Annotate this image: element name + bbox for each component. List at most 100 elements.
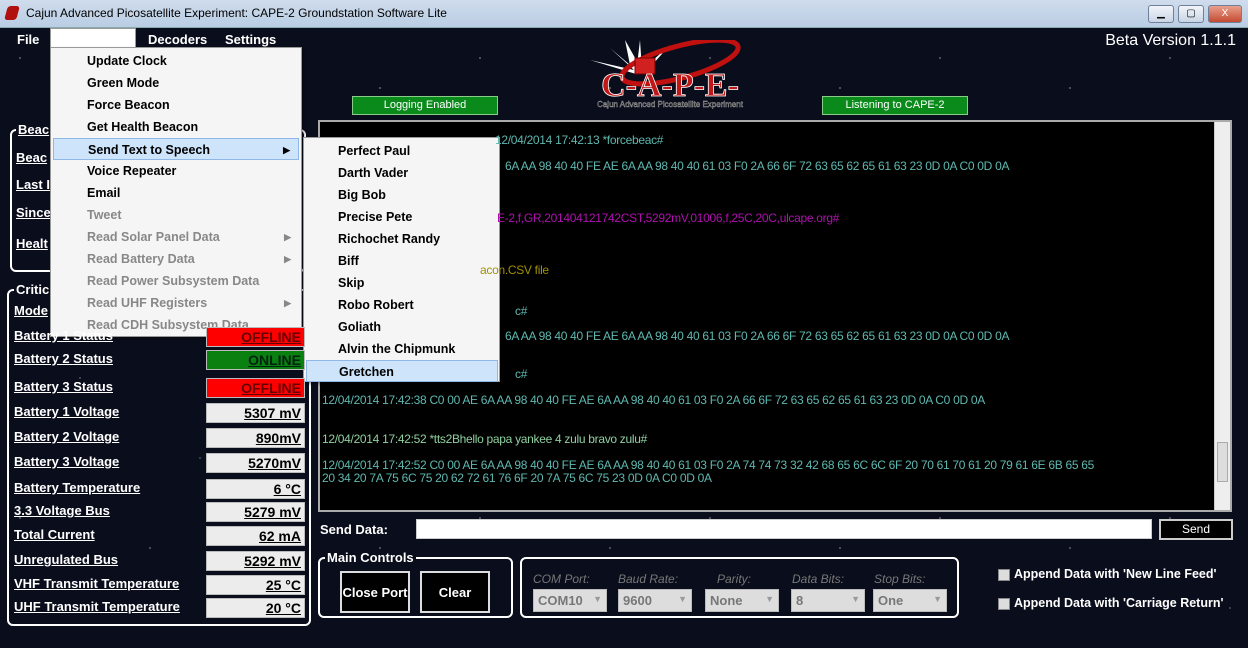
menu-item-label: Email xyxy=(87,186,121,200)
voice-precise-pete[interactable]: Precise Pete xyxy=(306,206,498,228)
menu-item-label: Get Health Beacon xyxy=(87,120,199,134)
send-data-input[interactable] xyxy=(416,519,1152,539)
text-to-speech-submenu: Perfect Paul Darth Vader Big Bob Precise Pe… xyxy=(303,137,500,382)
menu-item-label: Tweet xyxy=(87,208,122,222)
menu-item-read-solar-panel-data[interactable]: Read Solar Panel Data ▶ xyxy=(53,226,299,248)
battery-1-status-label: Battery 1 Status xyxy=(14,328,113,343)
menu-item-read-power-subsystem-data[interactable]: Read Power Subsystem Data xyxy=(53,270,299,292)
battery-temperature-value: 6 °C xyxy=(206,479,305,499)
submenu-arrow-icon: ▶ xyxy=(284,254,291,264)
send-data-label: Send Data: xyxy=(320,522,388,537)
baud-rate-value: 9600 xyxy=(623,593,652,608)
unregulated-bus-value: 5292 mV xyxy=(206,551,305,571)
menu-item-email[interactable]: Email xyxy=(53,182,299,204)
log-line: c# xyxy=(515,367,528,381)
dropdown-menu: Update Clock Green Mode Force Beacon Get He… xyxy=(50,47,302,337)
mode-label: Mode xyxy=(14,303,48,318)
menu-item-send-text-to-speech[interactable]: Send Text to Speech ▶ xyxy=(53,138,299,160)
battery-3-status-label: Battery 3 Status xyxy=(14,379,113,394)
health-label: Healt xyxy=(16,236,48,251)
com-port-select[interactable]: COM10 ▼ xyxy=(533,589,607,612)
log-line: 6A AA 98 40 40 FE AE 6A AA 98 40 40 61 0… xyxy=(505,329,1010,343)
battery-2-status-value: ONLINE xyxy=(206,350,305,370)
3-3-voltage-bus-value: 5279 mV xyxy=(206,502,305,522)
close-button[interactable]: X xyxy=(1208,5,1242,23)
voice-gretchen[interactable]: Gretchen xyxy=(306,360,498,382)
voice-darth-vader[interactable]: Darth Vader xyxy=(306,162,498,184)
menu-item-label: Read Power Subsystem Data xyxy=(87,274,260,288)
baud-rate-select[interactable]: 9600 ▼ xyxy=(618,589,692,612)
battery-3-voltage-value: 5270mV xyxy=(206,453,305,473)
submenu-arrow-icon: ▶ xyxy=(284,232,291,242)
battery-1-voltage-label: Battery 1 Voltage xyxy=(14,404,120,419)
menu-open-tab[interactable] xyxy=(50,28,136,48)
log-line: 12/04/2014 17:42:13 *forcebeac# xyxy=(495,133,664,147)
logging-status: Logging Enabled xyxy=(352,96,498,115)
menu-item-update-clock[interactable]: Update Clock xyxy=(53,50,299,72)
voice-robo-robert[interactable]: Robo Robert xyxy=(306,294,498,316)
menu-item-tweet[interactable]: Tweet xyxy=(53,204,299,226)
total-current-label: Total Current xyxy=(14,527,95,542)
since-label: Since xyxy=(16,205,51,220)
scroll-thumb[interactable] xyxy=(1217,442,1228,482)
stop-bits-select[interactable]: One ▼ xyxy=(873,589,947,612)
battery-2-voltage-value: 890mV xyxy=(206,428,305,448)
menu-item-voice-repeater[interactable]: Voice Repeater xyxy=(53,160,299,182)
stop-bits-value: One xyxy=(878,593,904,608)
voice-big-bob[interactable]: Big Bob xyxy=(306,184,498,206)
parity-value: None xyxy=(710,593,743,608)
total-current-value: 62 mA xyxy=(206,526,305,546)
menu-item-label: Force Beacon xyxy=(87,98,170,112)
voice-goliath[interactable]: Goliath xyxy=(306,316,498,338)
beacon-label: Beac xyxy=(16,150,48,165)
voice-richochet-randy[interactable]: Richochet Randy xyxy=(306,228,498,250)
com-port-value: COM10 xyxy=(538,593,583,608)
parity-select[interactable]: None ▼ xyxy=(705,589,779,612)
critical-group-title: Critic xyxy=(14,282,52,297)
voice-perfect-paul[interactable]: Perfect Paul xyxy=(306,140,498,162)
svg-text:Cajun Advanced Picosatellite E: Cajun Advanced Picosatellite Experiment xyxy=(597,100,744,109)
chevron-down-icon: ▼ xyxy=(678,594,687,604)
menu-item-read-uhf-registers[interactable]: Read UHF Registers ▶ xyxy=(53,292,299,314)
main-controls-title: Main Controls xyxy=(325,550,416,565)
menu-file[interactable]: File xyxy=(12,30,44,49)
voice-skip[interactable]: Skip xyxy=(306,272,498,294)
3-3-voltage-bus-label: 3.3 Voltage Bus xyxy=(14,503,110,518)
uhf-transmit-temperature-value: 20 °C xyxy=(206,598,305,618)
uhf-transmit-temperature-label: UHF Transmit Temperature xyxy=(14,599,180,614)
send-button[interactable]: Send xyxy=(1159,519,1233,540)
newline-checkbox[interactable] xyxy=(998,569,1010,581)
carriage-return-checkbox[interactable] xyxy=(998,598,1010,610)
battery-1-voltage-value: 5307 mV xyxy=(206,403,305,423)
voice-biff[interactable]: Biff xyxy=(306,250,498,272)
close-port-button[interactable]: Close Port xyxy=(340,571,410,613)
app-icon xyxy=(4,6,20,20)
log-line: 6A AA 98 40 40 FE AE 6A AA 98 40 40 61 0… xyxy=(505,159,1010,173)
log-line: c# xyxy=(515,304,528,318)
stop-bits-label: Stop Bits: xyxy=(874,572,926,586)
menu-item-label: Voice Repeater xyxy=(87,164,177,178)
submenu-arrow-icon: ▶ xyxy=(284,298,291,308)
battery-3-status-value: OFFLINE xyxy=(206,378,305,398)
minimize-button[interactable]: ▁ xyxy=(1148,5,1174,23)
data-bits-value: 8 xyxy=(796,593,804,608)
menu-item-get-health-beacon[interactable]: Get Health Beacon xyxy=(53,116,299,138)
menu-item-label: Read UHF Registers xyxy=(87,296,208,310)
log-line: 20 34 20 7A 75 6C 75 20 62 72 61 76 6F 2… xyxy=(322,471,712,485)
battery-3-voltage-label: Battery 3 Voltage xyxy=(14,454,120,469)
maximize-button[interactable]: ▢ xyxy=(1178,5,1204,23)
menu-item-green-mode[interactable]: Green Mode xyxy=(53,72,299,94)
log-scrollbar[interactable] xyxy=(1214,122,1230,510)
data-bits-select[interactable]: 8 ▼ xyxy=(791,589,865,612)
data-bits-label: Data Bits: xyxy=(792,572,845,586)
menu-item-force-beacon[interactable]: Force Beacon xyxy=(53,94,299,116)
voice-alvin-the-chipmunk[interactable]: Alvin the Chipmunk xyxy=(306,338,498,360)
clear-button[interactable]: Clear xyxy=(420,571,490,613)
title-bar: Cajun Advanced Picosatellite Experiment:… xyxy=(0,0,1248,28)
chevron-down-icon: ▼ xyxy=(593,594,602,604)
submenu-arrow-icon: ▶ xyxy=(283,145,290,155)
listening-status: Listening to CAPE-2 xyxy=(822,96,968,115)
menu-item-read-battery-data[interactable]: Read Battery Data ▶ xyxy=(53,248,299,270)
menu-item-label: Read Battery Data xyxy=(87,252,195,266)
com-port-label: COM Port: xyxy=(533,572,590,586)
